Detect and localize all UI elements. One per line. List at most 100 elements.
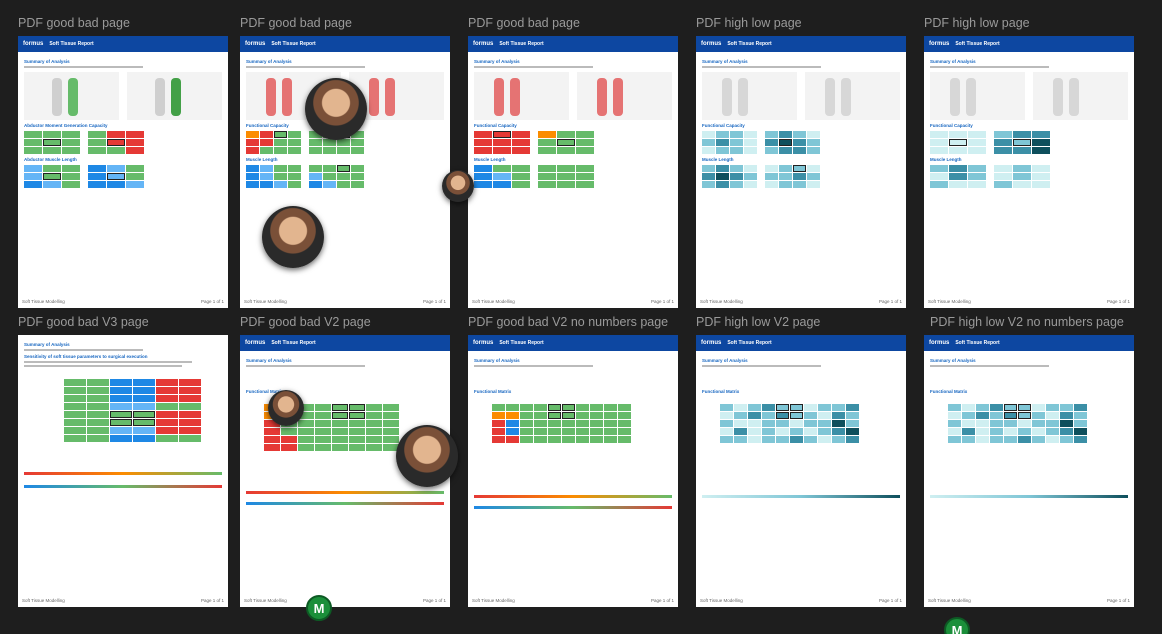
- footer-left: Soft Tissue Modelling: [244, 598, 287, 603]
- frame-good-bad-3[interactable]: PDF good bad page formus Soft Tissue Repo…: [468, 16, 678, 308]
- heatmap-cell: [492, 412, 505, 419]
- formus-logo: formus: [473, 340, 494, 346]
- heatmap-cell: [309, 165, 322, 172]
- heatmap-cell: [264, 428, 280, 435]
- collaborator-avatar[interactable]: [396, 425, 458, 487]
- heatmap-cell: [807, 147, 820, 154]
- frame-high-low-v2-no-numbers[interactable]: PDF high low V2 no numbers page formus So…: [924, 315, 1140, 607]
- section-summary: Summary of Analysis: [246, 59, 292, 64]
- frame-label[interactable]: PDF good bad V2 page: [240, 315, 371, 329]
- heatmap-cell: [590, 412, 603, 419]
- heatmap-cell: [288, 173, 301, 180]
- heatmap-cell: [24, 131, 42, 138]
- frame-good-bad-v2-no-numbers[interactable]: PDF good bad V2 no numbers page formus So…: [468, 315, 678, 607]
- frame-label[interactable]: PDF good bad page: [18, 16, 130, 30]
- heatmap-cell: [107, 131, 125, 138]
- collaborator-avatar[interactable]: [262, 206, 324, 268]
- frame-label[interactable]: PDF good bad page: [468, 16, 580, 30]
- heatmap-cell: [846, 436, 859, 443]
- heatmap-cell: [818, 436, 831, 443]
- heatmap: [994, 131, 1050, 154]
- header-title: Soft Tissue Report: [727, 340, 772, 346]
- header-title: Soft Tissue Report: [727, 41, 772, 47]
- heatmap-cell: [274, 131, 287, 138]
- heatmap-cell: [133, 411, 155, 418]
- heatmap-cell: [1004, 420, 1017, 427]
- heatmap-cell: [1018, 428, 1031, 435]
- footer-right: Page 1 of 1: [1106, 299, 1130, 304]
- heatmap-cell: [126, 139, 144, 146]
- heatmap-cell: [43, 165, 61, 172]
- heatmap-cell: [949, 147, 967, 154]
- pdf-page: formus Soft Tissue Report Summary of Anal…: [468, 335, 678, 607]
- heatmap-cell: [24, 165, 42, 172]
- frame-high-low-v2[interactable]: PDF high low V2 page formus Soft Tissue R…: [696, 315, 906, 607]
- heatmap-cell: [807, 139, 820, 146]
- heatmap-cell: [87, 411, 109, 418]
- frame-good-bad-v3[interactable]: PDF good bad V3 page Summary of Analysis…: [18, 315, 228, 607]
- frame-high-low-1[interactable]: PDF high low page formus Soft Tissue Repo…: [696, 16, 906, 308]
- heatmap-cell: [156, 419, 178, 426]
- heatmap: [88, 165, 144, 188]
- heatmap-cell: [264, 444, 280, 451]
- heatmap-cell: [702, 131, 715, 138]
- collaborator-avatar[interactable]: [268, 390, 304, 426]
- frame-label[interactable]: PDF good bad V3 page: [18, 315, 149, 329]
- heatmap-cell: [383, 420, 399, 427]
- heatmap-cell: [548, 428, 561, 435]
- heatmap-cell: [618, 420, 631, 427]
- heatmap-cell: [734, 412, 747, 419]
- leg-bone: [738, 78, 748, 116]
- heatmap-cell: [474, 147, 492, 154]
- heatmap-cell: [807, 173, 820, 180]
- heatmap-cell: [87, 403, 109, 410]
- heatmap-cell: [716, 147, 729, 154]
- heatmap-cell: [748, 428, 761, 435]
- heatmap-cell: [274, 139, 287, 146]
- leg-muscle: [171, 78, 181, 116]
- heatmap-cell: [1074, 404, 1087, 411]
- collaborator-avatar[interactable]: [305, 78, 367, 140]
- heatmap-cell: [949, 139, 967, 146]
- heatmap-cell: [246, 131, 259, 138]
- text-line: [246, 66, 365, 68]
- heatmap-cell: [1074, 428, 1087, 435]
- heatmap-cell: [179, 411, 201, 418]
- frame-label[interactable]: PDF good bad page: [240, 16, 352, 30]
- heatmap-cell: [846, 428, 859, 435]
- heatmap-cell: [366, 420, 382, 427]
- heatmap: [930, 165, 986, 188]
- collaborator-badge-m[interactable]: M: [306, 595, 332, 621]
- heatmap-cell: [948, 428, 961, 435]
- heatmap-cell: [298, 444, 314, 451]
- frame-label[interactable]: PDF good bad V2 no numbers page: [468, 315, 668, 329]
- heatmap-cell: [264, 436, 280, 443]
- heatmap-cell: [62, 173, 80, 180]
- heatmap-cell: [87, 435, 109, 442]
- heatmap-cell: [156, 435, 178, 442]
- heatmap-cell: [337, 181, 350, 188]
- frame-label[interactable]: PDF high low page: [696, 16, 802, 30]
- heatmap-cell: [730, 181, 743, 188]
- heatmap-cell: [557, 139, 575, 146]
- heatmap-cell: [512, 165, 530, 172]
- frame-good-bad-1[interactable]: PDF good bad page formus Soft Tissue Repo…: [18, 16, 228, 308]
- collaborator-badge-m[interactable]: M: [944, 617, 970, 634]
- heatmap-cell: [804, 428, 817, 435]
- frame-label[interactable]: PDF high low V2 no numbers page: [930, 315, 1124, 329]
- heatmap-cell: [281, 428, 297, 435]
- frame-high-low-2[interactable]: PDF high low page formus Soft Tissue Repo…: [924, 16, 1134, 308]
- page-header: formus Soft Tissue Report: [240, 36, 450, 52]
- header-title: Soft Tissue Report: [271, 340, 316, 346]
- frame-label[interactable]: PDF high low V2 page: [696, 315, 820, 329]
- heatmap-cell: [716, 181, 729, 188]
- frame-good-bad-2[interactable]: PDF good bad page formus Soft Tissue Repo…: [240, 16, 450, 308]
- frame-label[interactable]: PDF high low page: [924, 16, 1030, 30]
- heatmap-cell: [281, 444, 297, 451]
- heatmap-cell: [576, 420, 589, 427]
- heatmap: [720, 404, 900, 443]
- collaborator-avatar[interactable]: [442, 170, 474, 202]
- heatmap-cell: [1046, 436, 1059, 443]
- pdf-page: formus Soft Tissue Report Summary of Anal…: [924, 36, 1134, 308]
- heatmap-cell: [260, 131, 273, 138]
